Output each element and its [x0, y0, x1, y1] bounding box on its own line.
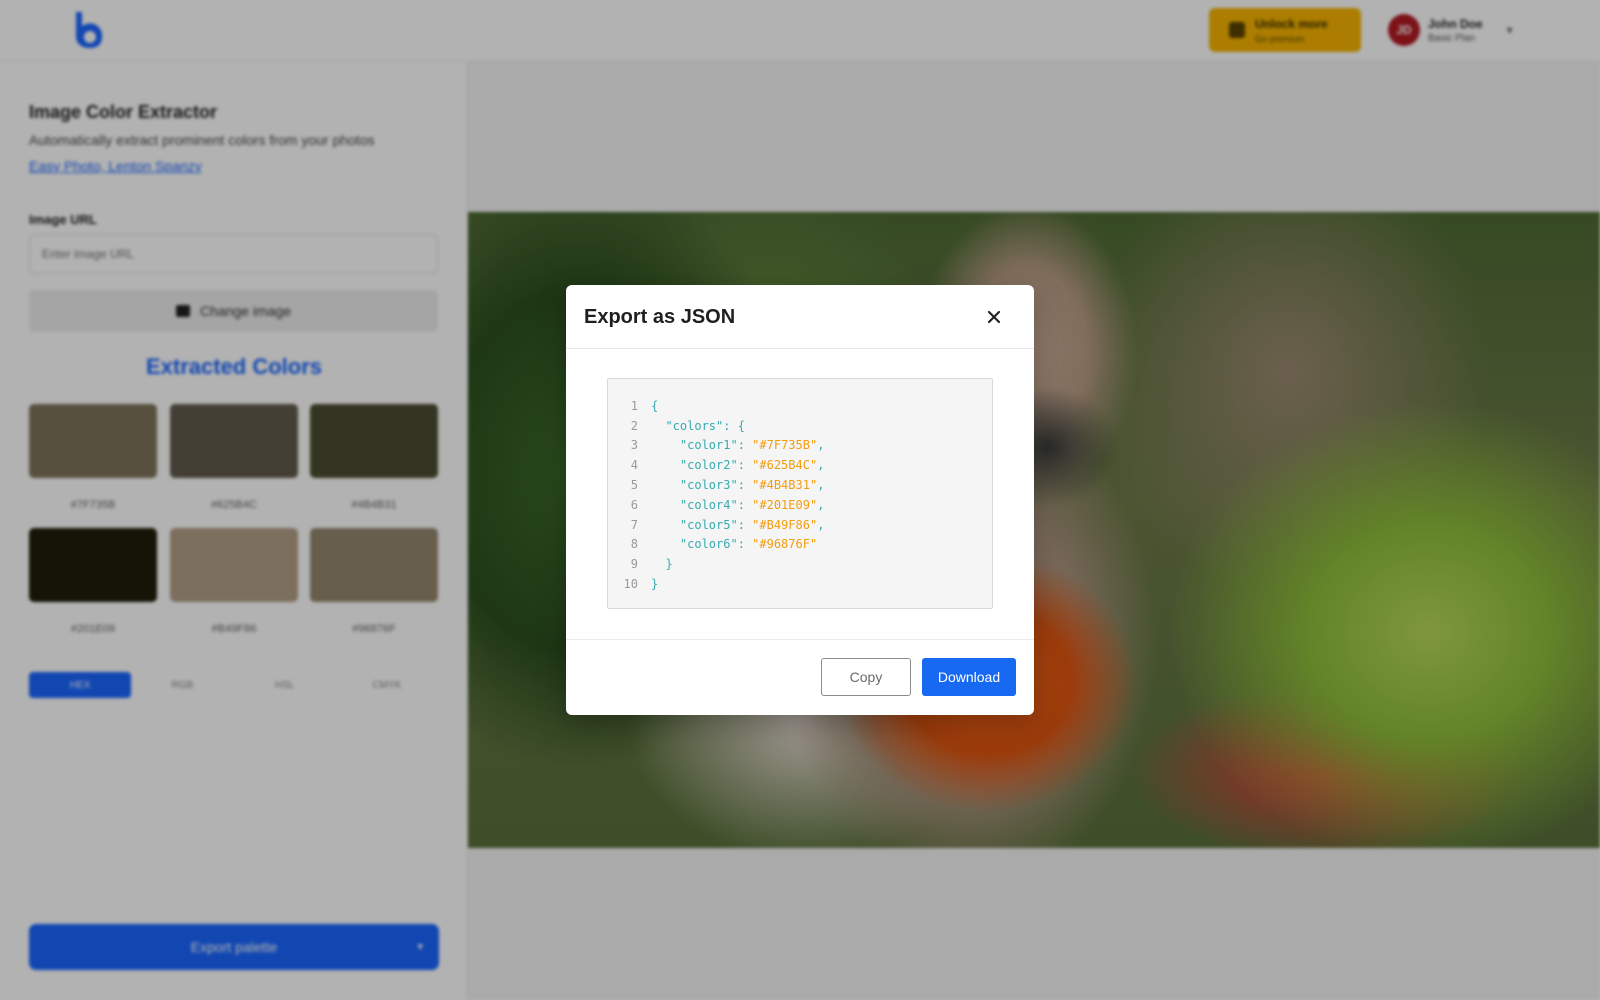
- close-icon: [987, 310, 1001, 324]
- json-key: "colors": [665, 418, 724, 433]
- code-token: }: [651, 577, 659, 592]
- json-value: "#96876F": [752, 537, 818, 552]
- code-token: ,: [817, 517, 825, 532]
- close-button[interactable]: [980, 303, 1008, 331]
- code-token: ,: [817, 497, 825, 512]
- code-line: 4 "color2": "#625B4C",: [608, 455, 992, 475]
- json-value: "#201E09": [752, 497, 818, 512]
- code-line: 10 }: [608, 574, 992, 594]
- dialog-title: Export as JSON: [584, 306, 736, 328]
- line-number: 3: [630, 438, 638, 453]
- export-json-dialog: Export as JSON 1 { 2 "colors": { 3 "colo…: [566, 285, 1034, 715]
- line-number: 9: [630, 557, 638, 572]
- code-token: ,: [817, 458, 825, 473]
- line-number: 1: [630, 398, 638, 413]
- json-value: "#4B4B31": [752, 478, 818, 493]
- code-token: :: [737, 478, 753, 493]
- code-token: ,: [817, 478, 825, 493]
- line-number: 4: [630, 458, 638, 473]
- code-token: :: [737, 438, 753, 453]
- line-number: 10: [623, 577, 638, 592]
- code-line: 1 {: [608, 396, 992, 416]
- dialog-header: Export as JSON: [566, 285, 1034, 349]
- code-line: 7 "color5": "#B49F86",: [608, 515, 992, 535]
- json-key: "color5": [679, 517, 738, 532]
- json-value: "#7F735B": [752, 438, 818, 453]
- code-line: 9 }: [608, 554, 992, 574]
- line-number: 7: [630, 517, 638, 532]
- code-line: 8 "color6": "#96876F": [608, 535, 992, 555]
- code-line: 2 "colors": {: [608, 416, 992, 436]
- json-value: "#625B4C": [752, 458, 818, 473]
- copy-button[interactable]: Copy: [821, 658, 911, 696]
- json-value: "#B49F86": [752, 517, 818, 532]
- json-key: "color4": [679, 497, 738, 512]
- code-token: :: [737, 517, 753, 532]
- json-key: "color3": [679, 478, 738, 493]
- line-number: 8: [630, 537, 638, 552]
- code-token: : {: [723, 418, 745, 433]
- code-token: }: [665, 557, 673, 572]
- code-line: 6 "color4": "#201E09",: [608, 495, 992, 515]
- code-line: 3 "color1": "#7F735B",: [608, 436, 992, 456]
- code-token: {: [651, 398, 659, 413]
- code-token: :: [737, 497, 753, 512]
- line-number: 5: [630, 478, 638, 493]
- code-line: 5 "color3": "#4B4B31",: [608, 475, 992, 495]
- json-key: "color1": [679, 438, 738, 453]
- download-button[interactable]: Download: [922, 658, 1016, 696]
- line-number: 2: [630, 418, 638, 433]
- code-token: ,: [817, 438, 825, 453]
- json-key: "color6": [679, 537, 738, 552]
- code-token: :: [737, 458, 753, 473]
- json-code-block[interactable]: 1 { 2 "colors": { 3 "color1": "#7F735B",…: [607, 378, 993, 609]
- dialog-footer: Copy Download: [566, 639, 1034, 715]
- line-number: 6: [630, 497, 638, 512]
- code-token: :: [737, 537, 753, 552]
- json-key: "color2": [679, 458, 738, 473]
